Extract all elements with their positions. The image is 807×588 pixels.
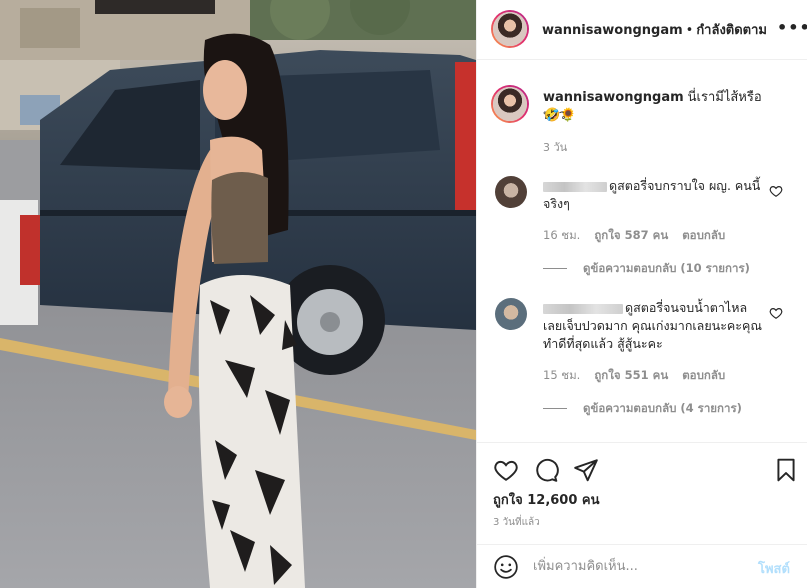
caption-text: wannisawongngam นี่เรามีไส้หรือป่าว <box>543 89 783 125</box>
comment-time[interactable]: 15 ชม. <box>543 368 580 382</box>
comment-like-heart-icon[interactable] <box>769 306 783 320</box>
post-header: wannisawongngam•กำลังติดตาม ••• <box>477 0 807 60</box>
comment-icon[interactable] <box>533 457 559 483</box>
heart-icon[interactable] <box>493 457 519 483</box>
follow-status-button[interactable]: กำลังติดตาม <box>696 23 767 38</box>
bookmark-icon[interactable] <box>773 457 799 483</box>
header-separator: • <box>685 23 694 38</box>
comment-avatar[interactable] <box>495 298 527 330</box>
post-side-panel: wannisawongngam•กำลังติดตาม ••• wannisaw… <box>476 0 807 588</box>
caption-emojis: 🤣🌻 <box>544 108 577 123</box>
comment-text: ดูสตอรี่จนจบน้ำตาไหลเลยเจ็บปวดมาก คุณเก่… <box>543 299 763 353</box>
comment-meta: 15 ชม. ถูกใจ 551 คน ตอบกลับ <box>543 367 739 385</box>
paper-plane-icon[interactable] <box>573 457 599 483</box>
likes-count[interactable]: ถูกใจ 12,600 คน <box>493 489 600 510</box>
comment-text: ดูสตอรี่จบกราบใจ ผญ. คนนี้จริงๆ <box>543 177 763 213</box>
smiley-icon[interactable] <box>493 554 519 580</box>
author-avatar[interactable] <box>491 10 529 48</box>
comments-list[interactable]: wannisawongngam นี่เรามีไส้หรือป่าว 🤣🌻 3 … <box>477 61 807 442</box>
comment-reply-button[interactable]: ตอบกลับ <box>682 228 725 242</box>
comment-reply-button[interactable]: ตอบกลับ <box>682 368 725 382</box>
view-replies-button[interactable]: ดูข้อความตอบกลับ (4 รายการ) <box>543 400 742 418</box>
comment-likes[interactable]: ถูกใจ 551 คน <box>594 368 668 382</box>
comment-box: โพสต์ <box>477 544 807 588</box>
blurred-username <box>543 181 607 192</box>
comment-avatar[interactable] <box>495 176 527 208</box>
author-username[interactable]: wannisawongngam <box>542 23 683 38</box>
header-username-row: wannisawongngam • กำลังติดตาม <box>542 19 767 40</box>
comment-time[interactable]: 16 ชม. <box>543 228 580 242</box>
view-replies-button[interactable]: ดูข้อความตอบกลับ (10 รายการ) <box>543 260 750 278</box>
caption-username[interactable]: wannisawongngam <box>543 90 684 105</box>
comment-likes[interactable]: ถูกใจ 587 คน <box>594 228 668 242</box>
view-replies-label: ดูข้อความตอบกลับ (10 รายการ) <box>583 261 750 275</box>
blurred-username <box>543 303 623 314</box>
caption-time[interactable]: 3 วัน <box>543 138 567 156</box>
more-options-icon[interactable]: ••• <box>777 18 807 37</box>
add-comment-input[interactable] <box>533 555 743 577</box>
comment-meta: 16 ชม. ถูกใจ 587 คน ตอบกลับ <box>543 227 739 245</box>
post-comment-button[interactable]: โพสต์ <box>758 558 790 579</box>
comment-like-heart-icon[interactable] <box>769 184 783 198</box>
posted-time[interactable]: 3 วันที่แล้ว <box>493 515 540 530</box>
view-replies-label: ดูข้อความตอบกลับ (4 รายการ) <box>583 401 742 415</box>
caption-avatar[interactable] <box>491 85 529 123</box>
photo-illustration <box>0 0 476 588</box>
post-photo <box>0 0 476 588</box>
post-actions: ถูกใจ 12,600 คน 3 วันที่แล้ว <box>477 442 807 548</box>
